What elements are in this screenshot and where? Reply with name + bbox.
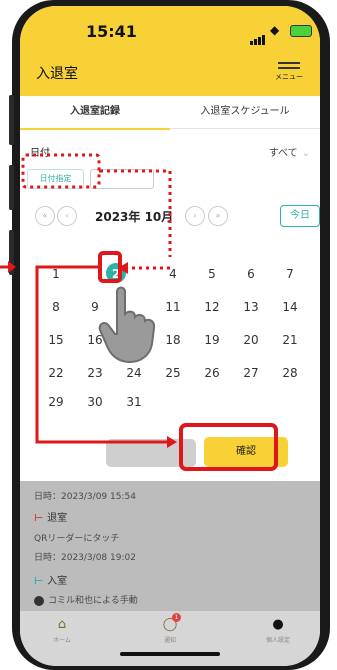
nav-home-label: ホーム [53, 637, 71, 644]
log-type-label: 入室 [47, 576, 68, 587]
calendar-day[interactable]: 24 [119, 366, 149, 380]
app-header: 入退室 メニュー [20, 51, 320, 96]
calendar-day[interactable]: 5 [197, 267, 227, 281]
phone-side-button [9, 165, 14, 210]
tab-records[interactable]: 入退室記録 [20, 96, 170, 130]
log-datetime: 日時：2023/3/08 19:02 [34, 553, 136, 563]
nav-notifications-label: 通知 [163, 637, 176, 644]
log-method: QRリーダーにタッチ [34, 534, 120, 544]
date-label: 日付 [30, 148, 50, 159]
bell-icon: ◯ [162, 617, 178, 632]
calendar-day[interactable]: 14 [275, 300, 305, 314]
calendar-day[interactable]: 21 [275, 333, 305, 347]
signal-icon [250, 26, 266, 45]
log-method-text: コミル和也による手動 [48, 596, 138, 606]
phone-side-button [9, 230, 14, 275]
date-range-value: すべて [268, 148, 298, 159]
calendar-day-selected[interactable]: 2 [101, 267, 131, 281]
calendar-day[interactable]: 28 [275, 366, 305, 380]
today-button[interactable]: 今日 [280, 205, 320, 227]
calendar-day[interactable]: 13 [236, 300, 266, 314]
date-range-select[interactable]: すべて ⌄ [269, 144, 310, 159]
hamburger-icon-line [278, 67, 300, 69]
date-specify-button[interactable]: 日付指定 [27, 169, 84, 189]
person-icon: ● [272, 617, 284, 632]
calendar-day[interactable]: 19 [197, 333, 227, 347]
nav-personal-settings-label: 個人設定 [265, 637, 290, 644]
nav-personal-settings[interactable]: ● 個人設定 [248, 617, 308, 644]
calendar-day[interactable]: 6 [236, 267, 266, 281]
wifi-icon: ◆ [270, 23, 280, 37]
calendar-day[interactable]: 22 [41, 366, 71, 380]
chevron-down-icon: ⌄ [301, 148, 310, 159]
hamburger-icon [278, 62, 300, 64]
notification-badge: 1 [172, 613, 181, 622]
home-icon: ⌂ [57, 617, 67, 632]
log-datetime: 日時：2023/3/09 15:54 [34, 492, 136, 502]
calendar-day[interactable]: 8 [41, 300, 71, 314]
status-time: 15:41 [86, 22, 137, 41]
tab-schedule[interactable]: 入退室スケジュール [170, 96, 320, 128]
reset-button[interactable] [106, 439, 196, 467]
calendar-day[interactable]: 29 [41, 395, 71, 409]
pointing-hand-icon [98, 286, 156, 364]
calendar-day[interactable]: 1 [41, 267, 71, 281]
prev-year-button[interactable]: « [35, 206, 55, 226]
status-bar: 15:41 ◆ [20, 6, 320, 51]
calendar-day[interactable]: 23 [80, 366, 110, 380]
calendar-day[interactable]: 20 [236, 333, 266, 347]
log-type-label: 退室 [47, 513, 68, 524]
date-range-button[interactable] [90, 169, 154, 189]
avatar [34, 595, 44, 606]
exit-icon: ⊢ [34, 513, 44, 524]
calendar-day[interactable]: 7 [275, 267, 305, 281]
nav-notifications[interactable]: ◯ 1 通知 [140, 613, 200, 644]
log-type-enter: ⊢ 入室 [34, 572, 67, 587]
calendar-day[interactable]: 15 [41, 333, 71, 347]
calendar-day[interactable]: 25 [158, 366, 188, 380]
calendar-month-label: 2023年 10月 [95, 210, 174, 224]
battery-icon [290, 25, 312, 37]
log-method: コミル和也による手動 [34, 593, 138, 606]
nav-home[interactable]: ⌂ ホーム [32, 617, 92, 644]
bottom-nav: ⌂ ホーム ◯ 1 通知 ● 個人設定 [20, 611, 320, 666]
phone-side-button [9, 95, 14, 145]
tab-bar: 入退室記録 入退室スケジュール [20, 96, 320, 130]
confirm-button[interactable]: 確認 [204, 437, 288, 467]
calendar-day[interactable]: 12 [197, 300, 227, 314]
prev-month-button[interactable]: ‹ [57, 206, 77, 226]
menu-button[interactable]: メニュー [274, 59, 304, 82]
home-indicator [120, 652, 220, 656]
calendar-day[interactable]: 26 [197, 366, 227, 380]
page-title: 入退室 [36, 66, 78, 82]
next-year-button[interactable]: » [208, 206, 228, 226]
dimmed-log-list: 日時：2023/3/09 15:54 ⊢ 退室 QRリーダーにタッチ 日時：202… [20, 481, 320, 611]
enter-icon: ⊢ [34, 576, 44, 587]
calendar-day[interactable]: 31 [119, 395, 149, 409]
log-type-exit: ⊢ 退室 [34, 509, 67, 524]
calendar-day[interactable]: 4 [158, 267, 188, 281]
next-month-button[interactable]: › [185, 206, 205, 226]
phone-screen: 15:41 ◆ 入退室 メニュー 入退室記録 入退室スケジュール 日付 すべて ⌄… [20, 6, 320, 666]
calendar-day[interactable]: 30 [80, 395, 110, 409]
menu-label: メニュー [275, 73, 303, 81]
calendar-day[interactable]: 27 [236, 366, 266, 380]
